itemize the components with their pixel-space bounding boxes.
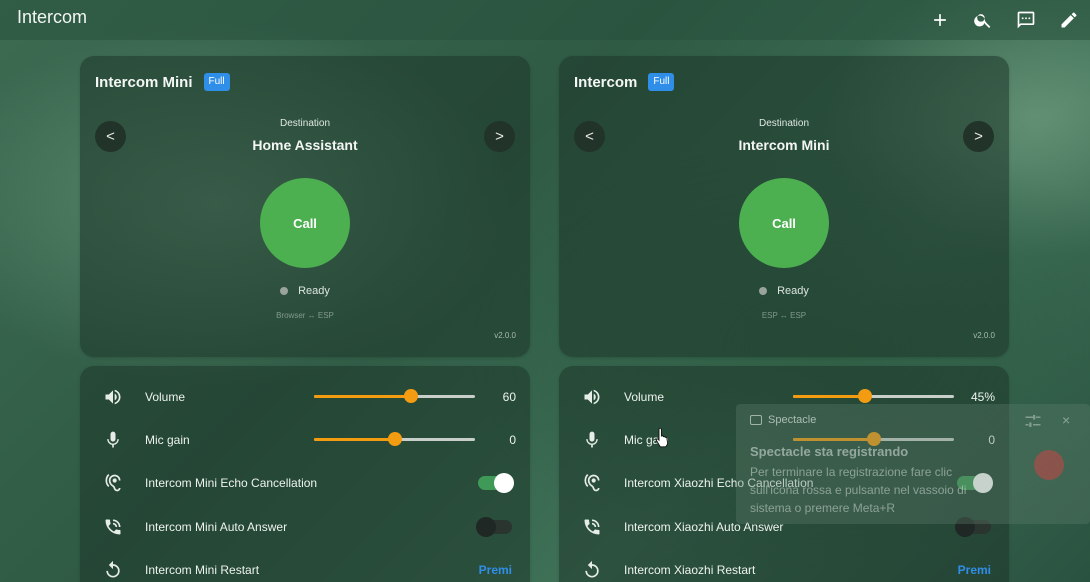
assist-button[interactable] (1004, 0, 1047, 40)
entity-row-volume: Volume 60 (80, 375, 530, 418)
entity-row-restart: Intercom Mini Restart Premi (80, 548, 530, 582)
volume-value: 45% (970, 389, 995, 404)
add-button[interactable] (918, 0, 961, 40)
call-button[interactable]: Call (739, 178, 829, 268)
mode-badge: Full (648, 73, 675, 91)
hand-cursor-icon (655, 428, 668, 448)
mic-gain-value: 0 (509, 432, 516, 447)
entity-label: Intercom Mini Echo Cancellation (145, 475, 318, 490)
slider-thumb[interactable] (403, 389, 418, 403)
destination-name: Home Assistant (252, 137, 358, 153)
entity-row-echo-cancellation: Intercom Mini Echo Cancellation (80, 461, 530, 504)
status-dot (759, 287, 768, 295)
status-text: Ready (298, 285, 330, 297)
card-header: Intercom Mini Full (95, 73, 230, 91)
notification-title: Spectacle sta registrando (750, 444, 909, 459)
slider-fill (314, 438, 395, 441)
entity-row-mic-gain: Mic gain 0 (80, 418, 530, 461)
phone-in-talk-icon (103, 517, 123, 537)
entities-card-left: Volume 60 Mic gain 0 Intercom Mini Echo … (80, 366, 530, 582)
version-label: v2.0.0 (973, 331, 995, 340)
toggle-knob (476, 516, 496, 537)
recording-notification[interactable]: Spectacle × Spectacle sta registrando Pe… (736, 404, 1090, 524)
microphone-icon (582, 430, 602, 450)
destination-label: Destination (279, 118, 331, 129)
volume-slider[interactable] (793, 389, 954, 403)
version-label: v2.0.0 (494, 331, 516, 340)
entity-label: Intercom Xiaozhi Restart (624, 562, 756, 577)
slider-fill (793, 395, 866, 398)
mic-gain-slider[interactable] (314, 432, 475, 446)
restart-icon (582, 560, 602, 580)
notification-app-name: Spectacle (768, 414, 817, 426)
edit-dashboard-button[interactable] (1047, 0, 1090, 40)
ear-hearing-icon (582, 473, 602, 493)
restart-press-button[interactable]: Premi (958, 563, 991, 577)
status-indicator: Ready (559, 285, 1009, 297)
toolbar-actions (918, 0, 1090, 40)
auto-answer-toggle[interactable] (476, 516, 512, 537)
configure-icon[interactable] (1024, 414, 1042, 428)
restart-icon (103, 560, 123, 580)
spectacle-app-icon (750, 415, 762, 425)
search-button[interactable] (961, 0, 1004, 40)
next-destination-button[interactable]: > (484, 121, 515, 152)
entity-label: Intercom Mini Auto Answer (145, 519, 288, 534)
intercom-card-left: Intercom Mini Full < Destination Home As… (80, 56, 530, 357)
volume-icon (582, 387, 602, 407)
status-dot (280, 287, 289, 295)
volume-icon (103, 387, 123, 407)
destination-name: Intercom Mini (738, 137, 830, 153)
entity-label: Mic gain (145, 432, 190, 447)
notification-header: Spectacle (750, 414, 816, 426)
volume-slider[interactable] (314, 389, 475, 403)
status-text: Ready (777, 285, 809, 297)
record-indicator-icon (1034, 450, 1064, 480)
next-destination-button[interactable]: > (963, 121, 994, 152)
card-title: Intercom (574, 73, 638, 91)
mode-badge: Full (203, 73, 230, 91)
restart-press-button[interactable]: Premi (479, 563, 512, 577)
card-header: Intercom Full (574, 73, 675, 91)
entity-row-restart: Intercom Xiaozhi Restart Premi (559, 548, 1009, 582)
entity-label: Intercom Mini Restart (145, 562, 260, 577)
top-app-bar: Intercom (0, 0, 1090, 40)
edit-icon (1061, 12, 1076, 28)
entity-row-auto-answer: Intercom Mini Auto Answer (80, 505, 530, 548)
connection-mode: ESP ↔ ESP (761, 311, 807, 320)
notification-body: Per terminare la registrazione fare clic… (750, 465, 967, 515)
toggle-knob (494, 472, 514, 493)
chat-icon (1017, 11, 1034, 29)
slider-fill (314, 395, 411, 398)
microphone-icon (103, 430, 123, 450)
connection-mode: Browser ↔ ESP (276, 311, 334, 320)
status-indicator: Ready (80, 285, 530, 297)
intercom-card-right: Intercom Full < Destination Intercom Min… (559, 56, 1009, 357)
slider-thumb[interactable] (858, 389, 873, 403)
ear-hearing-icon (103, 473, 123, 493)
call-button[interactable]: Call (260, 178, 350, 268)
add-icon (933, 14, 946, 26)
volume-value: 60 (502, 389, 516, 404)
notification-close-button[interactable]: × (1062, 412, 1070, 428)
card-title: Intercom Mini (95, 73, 193, 91)
echo-cancellation-toggle[interactable] (478, 472, 514, 493)
search-icon (973, 14, 990, 28)
destination-label: Destination (758, 118, 810, 129)
entity-label: Volume (624, 389, 665, 404)
slider-thumb[interactable] (387, 432, 402, 446)
phone-in-talk-icon (582, 517, 602, 537)
entity-label: Volume (145, 389, 186, 404)
app-title: Intercom (17, 7, 88, 27)
